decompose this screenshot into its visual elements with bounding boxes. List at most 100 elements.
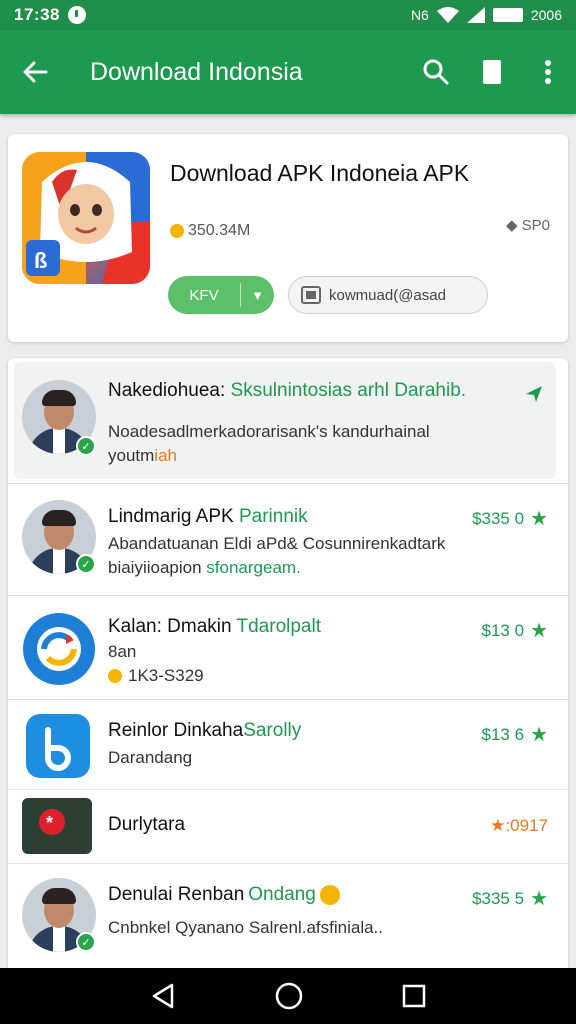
list-item-title: Denulai Renban Ondang [108,884,340,906]
community-icon [301,286,321,304]
svg-text:ß: ß [34,248,47,273]
avatar-shirt [53,926,65,952]
bookmark-button[interactable] [464,30,520,114]
sync-app-icon [23,613,95,685]
app-bar-title: Download Indonsia [90,57,303,86]
list-item-price: $335 0 ★ [472,506,548,531]
list-item-price: ★:0917 [490,816,548,836]
coin-icon [170,224,184,238]
nav-back-icon[interactable] [150,983,176,1009]
meta-highlight: sfonargeam. [206,558,301,577]
list-item-price: $13 0 ★ [482,618,548,643]
title-highlight: Parinnik [238,506,308,527]
more-vert-icon [545,60,551,84]
app-size: 350.34M [170,222,250,240]
list-item[interactable]: Reinlor DinkahaSarolly $13 6 ★ Darandang [8,700,568,790]
coin-icon [108,669,122,683]
community-label: kowmuad(@asad [329,286,446,304]
tag-icon: ◆ [505,217,522,234]
app-icon[interactable]: ß [22,152,150,284]
svg-text:*: * [46,813,53,833]
bookmark-icon [483,60,501,84]
app-rank: ◆ SP0 [506,216,550,234]
status-bar: 17:38 N6 2006 [0,0,576,30]
verified-icon: ✓ [76,932,96,952]
app-rank-value: SP0 [521,217,550,234]
list-item-meta: biaiyiioapion sfonargeam. [108,558,301,578]
app-list: ✓ Nakediohuea: Sksulnintosias arhl Darah… [8,358,568,968]
list-item[interactable]: Kalan: Dmakin Tdarolpalt $13 0 ★ 8an 1K3-… [8,596,568,700]
nav-home-icon[interactable] [275,982,303,1010]
list-item-desc: 8an [108,642,137,661]
avatar-shirt [53,428,65,454]
battery-text: 2006 [530,7,562,23]
list-item-desc: Noadesadlmerkadorarisank's kandurhainal [108,422,430,441]
hijab-character-icon: ß [22,152,150,284]
more-button[interactable] [520,30,576,114]
app-card: ß Download APK Indoneia APK 350.34M ◆ SP… [8,134,568,342]
back-arrow-icon [23,61,48,83]
chevron-down-icon[interactable]: ▼ [241,288,274,303]
price-value: $335 0 [472,508,525,528]
send-icon[interactable] [524,384,544,404]
star-icon: ★ [530,724,548,746]
title-highlight: Sksulnintosias arhl Darahib. [230,380,467,401]
avatar-hair [42,390,76,406]
back-button[interactable] [0,30,70,114]
emoji-icon [319,885,340,905]
list-item-title: Reinlor DinkahaSarolly [108,720,301,742]
nav-recents-icon[interactable] [402,984,426,1008]
signal-icon [466,7,485,23]
list-item-desc: Cnbnkel Qyanano Salrenl.afsfiniala.. [108,918,383,937]
price-value: $335 5 [472,888,525,908]
list-item-title: Nakediohuea: Sksulnintosias arhl Darahib… [108,380,466,402]
price-value: $13 6 [481,724,525,744]
list-item[interactable]: ✓ Lindmarig APK Parinnik $335 0 ★ Abandat… [8,484,568,596]
nav-bar [0,968,576,1024]
title-main: Nakediohuea: [108,380,231,401]
list-item[interactable]: ✓ Nakediohuea: Sksulnintosias arhl Darah… [8,358,568,484]
list-item-desc: Abandatuanan Eldi aPd& Cosunnirenkadtark [108,534,446,553]
search-button[interactable] [408,30,464,114]
list-item-price: $335 5 ★ [472,886,548,911]
title-main: Denulai Renban [108,884,245,905]
install-button[interactable]: KFV ▼ [168,276,274,314]
list-item-desc: Darandang [108,748,193,767]
star-icon: ★ [530,620,548,642]
community-button[interactable]: kowmuad(@asad [288,276,488,314]
avatar-shirt [53,548,65,574]
avatar-hair [42,888,76,904]
star-icon: ★ [530,508,548,530]
title-highlight: Tdarolpalt [236,616,322,637]
title-highlight: Ondang [248,884,316,905]
notification-icon [67,6,86,24]
list-item-title: Lindmarig APK Parinnik [108,506,308,528]
star-icon: ★ [530,888,548,910]
wifi-icon [436,7,459,23]
title-main: Lindmarig APK [108,506,239,527]
network-text: N6 [410,7,429,23]
title-highlight: Sarolly [243,720,302,741]
app-size-value: 350.34M [188,222,251,239]
blue-app-icon [26,714,90,778]
search-icon [423,59,449,85]
status-icons: N6 2006 [411,7,562,23]
status-time: 17:38 [14,5,60,24]
dark-app-icon: * [22,798,92,854]
title-main: Reinlor Dinkaha [108,720,244,741]
list-item[interactable]: * Durlytara ★:0917 [8,790,568,864]
verified-icon: ✓ [76,436,96,456]
list-item-title: Durlytara [108,814,186,835]
app-title: Download APK Indoneia APK [170,160,470,186]
app-bar: Download Indonsia [0,30,576,114]
battery-icon [492,8,523,22]
meta-main: youtm [108,446,155,465]
list-item-meta: 1K3-S329 [108,666,204,686]
list-item[interactable]: ✓ Denulai Renban Ondang $335 5 ★ Cnbnkel … [8,864,568,968]
install-label: KFV [189,286,219,304]
list-item-title: Kalan: Dmakin Tdarolpalt [108,616,321,638]
verified-icon: ✓ [76,554,96,574]
meta-main: 1K3-S329 [128,666,204,685]
title-main: Kalan: Dmakin [108,616,237,637]
avatar-hair [42,510,76,526]
